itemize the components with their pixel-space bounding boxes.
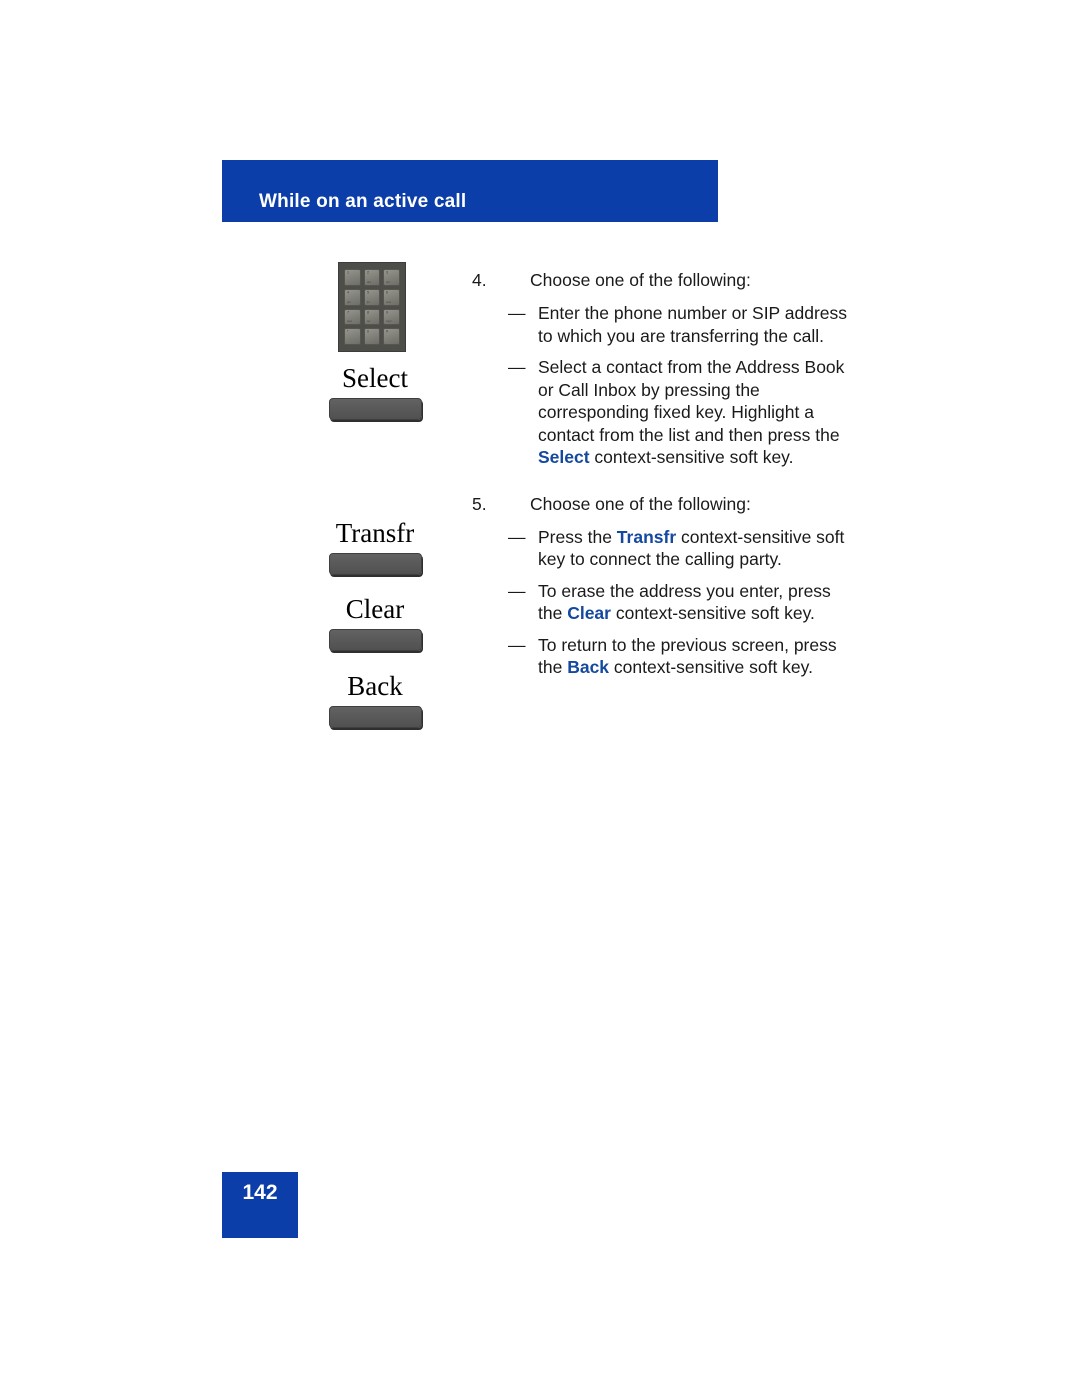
keypad-key-digit: 0 xyxy=(366,329,369,334)
section-header-bar: While on an active call xyxy=(222,160,718,222)
softkey-keyword: Transfr xyxy=(616,526,677,547)
bullet-dash-icon: — xyxy=(508,634,526,655)
bullet-dash-icon: — xyxy=(508,580,526,601)
keypad-key-digit: 6 xyxy=(386,289,389,295)
body-text: Select a contact from the Address Book o… xyxy=(538,357,845,445)
bullet-paragraph: Select a contact from the Address Book o… xyxy=(538,356,858,469)
softkey-button-clear[interactable] xyxy=(328,629,422,651)
keypad-key: 6 mno xyxy=(383,288,400,306)
keypad-key: 4 ghi xyxy=(344,288,361,306)
bullet-dash-icon: — xyxy=(508,526,526,547)
bullet-dash-icon: — xyxy=(508,303,526,323)
body-text: context-sensitive soft key. xyxy=(589,447,794,467)
keypad-key-digit: 5 xyxy=(366,289,369,295)
step-number: 5. xyxy=(472,493,487,514)
document-page: While on an active call 1 2 abc 3 def 4 ghi 5 jk… xyxy=(0,0,1080,1397)
keypad-key: # xyxy=(383,328,400,345)
keypad-key: 1 xyxy=(344,269,361,286)
instruction-step: 4. Choose one of the following: — Enter the… xyxy=(468,268,858,469)
keypad-key: 7 pqrs xyxy=(344,308,361,326)
instruction-bullet: — Select a contact from the Address Book … xyxy=(468,356,858,469)
step-text: Choose one of the following: xyxy=(530,493,751,514)
softkey-keyword: Back xyxy=(567,657,610,677)
keypad-key-letters: jkl xyxy=(366,300,370,304)
bullet-paragraph: To erase the address you enter, press th… xyxy=(538,580,858,625)
body-text: Enter the phone number or SIP address to… xyxy=(538,303,848,346)
bullet-dash-icon: — xyxy=(508,357,526,377)
step-heading: 4. Choose one of the following: xyxy=(468,268,858,293)
softkey-label-transfr: Transfr xyxy=(335,518,415,548)
softkey-keyword: Clear xyxy=(567,603,611,623)
keypad-key-digit: * xyxy=(347,329,349,334)
keypad-key: 0 xyxy=(363,328,381,345)
instructions-column: 4. Choose one of the following: — Enter the… xyxy=(468,268,858,679)
page-number: 142 xyxy=(242,1181,278,1204)
keypad-key-digit: 4 xyxy=(347,289,350,295)
bullet-paragraph: To return to the previous screen, press … xyxy=(538,634,858,679)
bullet-paragraph: Enter the phone number or SIP address to… xyxy=(538,302,858,347)
instruction-bullet: — To return to the previous screen, press… xyxy=(468,634,858,679)
step-heading: 5. Choose one of the following: xyxy=(468,492,858,517)
softkey-label-select: Select xyxy=(342,363,408,393)
keypad-key-letters: mno xyxy=(386,300,392,304)
softkey-label-back: Back xyxy=(347,671,403,701)
page-number-box: 142 xyxy=(222,1172,298,1238)
keypad-key-letters: pqrs xyxy=(347,319,352,324)
keypad-key: 5 jkl xyxy=(363,288,381,306)
softkey-button-select[interactable] xyxy=(328,398,422,420)
instruction-bullet: — To erase the address you enter, press t… xyxy=(468,580,858,625)
body-text: Press the xyxy=(538,526,617,547)
keypad-key-digit: 2 xyxy=(366,270,369,275)
keypad-key-letters: abc xyxy=(366,280,371,284)
keypad-key-digit: 3 xyxy=(386,270,389,275)
keypad-key-letters: ghi xyxy=(347,300,351,304)
body-text: context-sensitive soft key. xyxy=(609,657,813,677)
keypad-key-letters: tuv xyxy=(366,319,371,324)
keypad-key-letters: wxyz xyxy=(386,319,392,324)
keypad-key-letters: def xyxy=(386,280,390,284)
body-text: context-sensitive soft key. xyxy=(610,603,815,623)
bullet-paragraph: Press the Transfr context-sensitive soft… xyxy=(538,526,858,571)
keypad-key-digit: 8 xyxy=(366,309,369,315)
dialpad-keypad-image: 1 2 abc 3 def 4 ghi 5 jkl 6 mno 7 pqrs 8 tuv 9 wxyz * 0 # xyxy=(338,262,406,352)
step-text: Choose one of the following: xyxy=(530,270,751,290)
section-header-title: While on an active call xyxy=(259,191,467,212)
step-spacer xyxy=(468,469,858,492)
softkey-illustration-select: Select xyxy=(300,362,450,420)
keypad-key: 2 abc xyxy=(363,269,381,286)
keypad-key: 3 def xyxy=(383,269,400,286)
instruction-bullet: — Enter the phone number or SIP address t… xyxy=(468,302,858,347)
keypad-key: * xyxy=(344,328,361,345)
softkey-illustration-clear: Clear xyxy=(300,593,450,651)
softkey-button-back[interactable] xyxy=(328,706,422,728)
keypad-key: 8 tuv xyxy=(363,308,381,326)
keypad-key: 9 wxyz xyxy=(383,308,400,326)
softkey-label-clear: Clear xyxy=(345,594,405,624)
step-number: 4. xyxy=(472,270,487,290)
softkey-illustration-back: Back xyxy=(300,670,450,728)
keypad-key-digit: 7 xyxy=(347,309,350,315)
keypad-key-digit: 1 xyxy=(347,270,350,275)
softkey-button-transfr[interactable] xyxy=(328,553,422,575)
keypad-key-digit: # xyxy=(386,329,389,334)
softkey-illustration-transfr: Transfr xyxy=(300,517,450,575)
keypad-key-digit: 9 xyxy=(386,309,389,315)
softkey-keyword: Select xyxy=(538,447,590,467)
instruction-bullet: — Press the Transfr context-sensitive sof… xyxy=(468,526,858,571)
instruction-step: 5. Choose one of the following: — Press the… xyxy=(468,492,858,679)
